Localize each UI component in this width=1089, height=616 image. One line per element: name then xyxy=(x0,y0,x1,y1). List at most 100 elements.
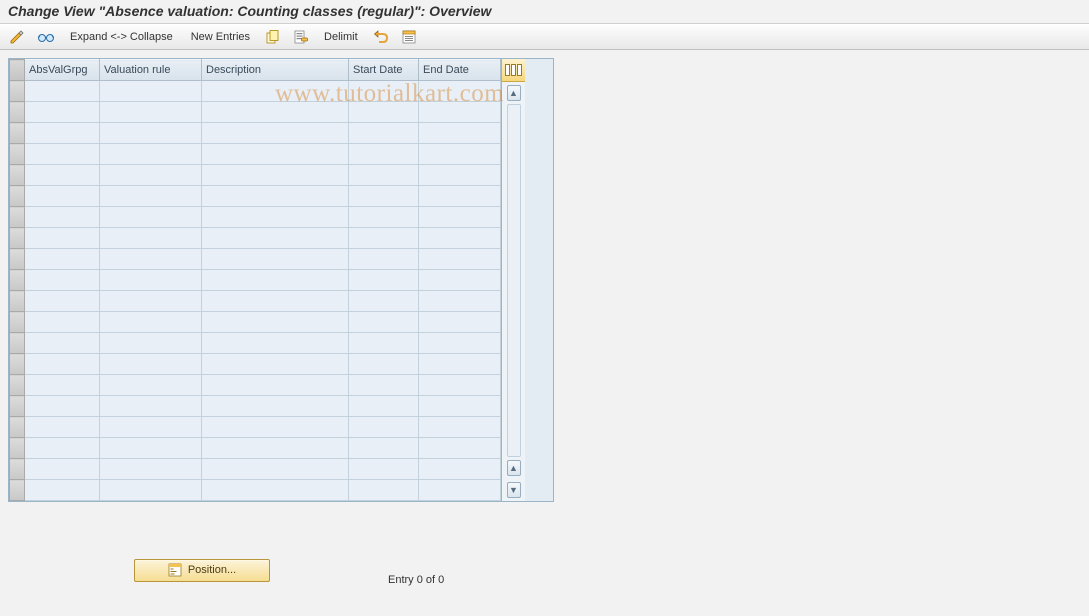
toggle-change-icon[interactable] xyxy=(6,27,28,47)
row-selector[interactable] xyxy=(10,165,25,186)
table-cell[interactable] xyxy=(100,165,202,186)
table-cell[interactable] xyxy=(100,123,202,144)
table-cell[interactable] xyxy=(349,228,419,249)
table-cell[interactable] xyxy=(100,249,202,270)
table-cell[interactable] xyxy=(349,291,419,312)
table-cell[interactable] xyxy=(25,123,100,144)
table-cell[interactable] xyxy=(349,249,419,270)
table-cell[interactable] xyxy=(100,459,202,480)
table-cell[interactable] xyxy=(349,417,419,438)
table-cell[interactable] xyxy=(419,186,501,207)
table-cell[interactable] xyxy=(419,249,501,270)
table-cell[interactable] xyxy=(202,165,349,186)
table-cell[interactable] xyxy=(100,144,202,165)
table-cell[interactable] xyxy=(349,312,419,333)
row-selector[interactable] xyxy=(10,312,25,333)
table-cell[interactable] xyxy=(202,417,349,438)
table-cell[interactable] xyxy=(202,186,349,207)
table-cell[interactable] xyxy=(419,81,501,102)
table-cell[interactable] xyxy=(100,312,202,333)
table-cell[interactable] xyxy=(202,207,349,228)
table-cell[interactable] xyxy=(419,207,501,228)
col-header-start-date[interactable]: Start Date xyxy=(349,60,419,81)
table-cell[interactable] xyxy=(202,375,349,396)
table-cell[interactable] xyxy=(100,480,202,501)
row-selector[interactable] xyxy=(10,396,25,417)
table-cell[interactable] xyxy=(419,417,501,438)
delimit-button[interactable]: Delimit xyxy=(318,27,364,47)
col-header-description[interactable]: Description xyxy=(202,60,349,81)
table-cell[interactable] xyxy=(25,312,100,333)
table-cell[interactable] xyxy=(202,81,349,102)
select-all-icon[interactable] xyxy=(398,27,420,47)
table-cell[interactable] xyxy=(349,396,419,417)
table-cell[interactable] xyxy=(202,102,349,123)
table-cell[interactable] xyxy=(419,354,501,375)
scroll-up-icon[interactable]: ▲ xyxy=(507,85,521,101)
table-cell[interactable] xyxy=(25,228,100,249)
table-cell[interactable] xyxy=(202,480,349,501)
table-cell[interactable] xyxy=(349,207,419,228)
table-cell[interactable] xyxy=(349,123,419,144)
row-selector[interactable] xyxy=(10,102,25,123)
row-selector[interactable] xyxy=(10,417,25,438)
table-cell[interactable] xyxy=(100,207,202,228)
table-cell[interactable] xyxy=(349,144,419,165)
scroll-down-big-icon[interactable]: ▲ xyxy=(507,460,521,476)
table-cell[interactable] xyxy=(349,459,419,480)
table-cell[interactable] xyxy=(25,186,100,207)
table-cell[interactable] xyxy=(25,81,100,102)
table-cell[interactable] xyxy=(349,102,419,123)
table-cell[interactable] xyxy=(100,270,202,291)
row-selector[interactable] xyxy=(10,249,25,270)
col-header-end-date[interactable]: End Date xyxy=(419,60,501,81)
row-selector[interactable] xyxy=(10,459,25,480)
table-cell[interactable] xyxy=(419,102,501,123)
table-cell[interactable] xyxy=(349,333,419,354)
table-cell[interactable] xyxy=(100,354,202,375)
table-cell[interactable] xyxy=(100,291,202,312)
table-cell[interactable] xyxy=(202,312,349,333)
table-cell[interactable] xyxy=(25,207,100,228)
table-configure-columns-icon[interactable] xyxy=(502,59,525,82)
table-cell[interactable] xyxy=(419,312,501,333)
change-entry-icon[interactable] xyxy=(290,27,312,47)
row-selector[interactable] xyxy=(10,228,25,249)
table-cell[interactable] xyxy=(202,459,349,480)
row-selector[interactable] xyxy=(10,270,25,291)
table-cell[interactable] xyxy=(419,228,501,249)
table-cell[interactable] xyxy=(202,123,349,144)
row-selector[interactable] xyxy=(10,291,25,312)
table-cell[interactable] xyxy=(100,102,202,123)
table-cell[interactable] xyxy=(202,333,349,354)
table-cell[interactable] xyxy=(202,249,349,270)
new-entries-button[interactable]: New Entries xyxy=(185,27,256,47)
table-cell[interactable] xyxy=(202,438,349,459)
table-cell[interactable] xyxy=(25,375,100,396)
row-selector[interactable] xyxy=(10,81,25,102)
undo-icon[interactable] xyxy=(370,27,392,47)
table-cell[interactable] xyxy=(419,438,501,459)
table-cell[interactable] xyxy=(349,270,419,291)
row-selector[interactable] xyxy=(10,333,25,354)
table-cell[interactable] xyxy=(349,480,419,501)
table-cell[interactable] xyxy=(25,438,100,459)
table-cell[interactable] xyxy=(202,291,349,312)
table-cell[interactable] xyxy=(349,354,419,375)
table-cell[interactable] xyxy=(419,333,501,354)
table-cell[interactable] xyxy=(100,375,202,396)
table-cell[interactable] xyxy=(202,354,349,375)
table-cell[interactable] xyxy=(349,375,419,396)
table-cell[interactable] xyxy=(25,417,100,438)
table-cell[interactable] xyxy=(100,396,202,417)
table-cell[interactable] xyxy=(419,396,501,417)
table-cell[interactable] xyxy=(349,165,419,186)
row-selector[interactable] xyxy=(10,123,25,144)
table-cell[interactable] xyxy=(419,459,501,480)
row-selector[interactable] xyxy=(10,480,25,501)
row-selector[interactable] xyxy=(10,186,25,207)
table-cell[interactable] xyxy=(202,228,349,249)
table-cell[interactable] xyxy=(25,333,100,354)
table-cell[interactable] xyxy=(25,165,100,186)
table-cell[interactable] xyxy=(349,81,419,102)
